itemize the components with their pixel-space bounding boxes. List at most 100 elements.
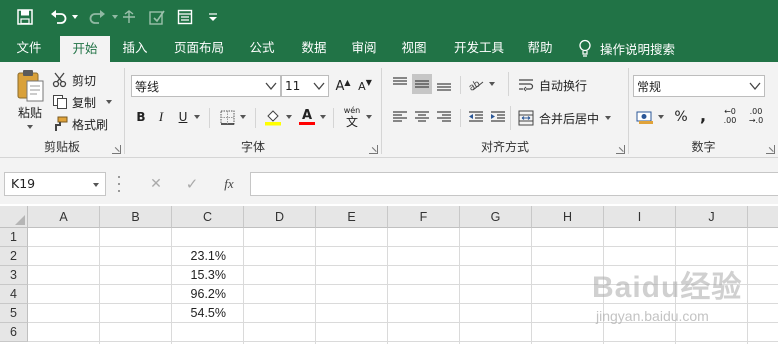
accounting-dropdown-icon[interactable] — [655, 107, 667, 127]
decrease-indent-button[interactable] — [466, 107, 486, 127]
cell-c2[interactable]: 23.1% — [172, 247, 228, 266]
cut-button[interactable]: 剪切 — [52, 70, 96, 90]
tab-file[interactable]: 文件 — [6, 34, 52, 62]
row-header[interactable]: 3 — [0, 266, 28, 285]
tab-help[interactable]: 帮助 — [518, 34, 562, 62]
column-header[interactable]: J — [676, 206, 748, 228]
touch-mode-icon[interactable] — [118, 6, 140, 28]
cancel-icon[interactable]: ✕ — [146, 174, 166, 194]
row-header[interactable]: 2 — [0, 247, 28, 266]
align-top-button[interactable] — [390, 74, 410, 94]
decrease-decimal-button[interactable]: .00 →.0 — [745, 106, 767, 126]
grow-font-button[interactable]: A ▲ — [333, 76, 353, 96]
clipboard-launcher-icon[interactable] — [112, 145, 121, 154]
borders-button[interactable] — [217, 107, 237, 127]
shrink-font-button[interactable]: A ▼ — [355, 76, 375, 96]
column-header[interactable]: E — [316, 206, 388, 228]
fill-color-button[interactable] — [263, 107, 283, 127]
format-painter-label: 格式刷 — [72, 117, 109, 132]
row-header[interactable]: 1 — [0, 228, 28, 247]
tab-view[interactable]: 视图 — [392, 34, 436, 62]
increase-indent-button[interactable] — [488, 107, 508, 127]
row-header[interactable]: 4 — [0, 285, 28, 304]
column-header[interactable]: A — [28, 206, 100, 228]
redo-icon[interactable] — [86, 6, 108, 28]
borders-dropdown-icon[interactable] — [237, 107, 249, 127]
form-icon[interactable] — [174, 6, 196, 28]
number-launcher-icon[interactable] — [766, 145, 775, 154]
column-header[interactable]: D — [244, 206, 316, 228]
tab-review[interactable]: 审阅 — [342, 34, 386, 62]
resize-handle[interactable] — [118, 176, 122, 192]
orientation-button[interactable]: ab — [466, 74, 486, 94]
tab-home[interactable]: 开始 — [60, 36, 110, 62]
font-color-dropdown-icon[interactable] — [317, 107, 329, 127]
select-all-button[interactable] — [0, 206, 28, 228]
dec-decimal-line2: →.0 — [748, 116, 764, 125]
copy-button[interactable]: 复制 — [52, 92, 113, 112]
bold-button[interactable]: B — [131, 107, 151, 127]
customize-icon[interactable] — [204, 6, 222, 28]
merge-center-button[interactable]: 合并后居中 — [518, 107, 612, 129]
font-size-combo[interactable]: 11 — [281, 75, 329, 97]
phonetic-dropdown-icon[interactable] — [363, 107, 375, 127]
column-header[interactable]: H — [532, 206, 604, 228]
undo-icon[interactable] — [48, 6, 70, 28]
column-header[interactable]: B — [100, 206, 172, 228]
percent-label: % — [674, 109, 688, 125]
phonetic-button[interactable]: wén 文 — [339, 104, 365, 130]
wrap-text-button[interactable]: 自动换行 — [518, 74, 587, 96]
format-painter-button[interactable]: 格式刷 — [52, 114, 108, 134]
save-icon[interactable] — [14, 6, 36, 28]
tab-data[interactable]: 数据 — [292, 34, 336, 62]
cell-c3[interactable]: 15.3% — [172, 266, 228, 285]
grid-line — [28, 246, 778, 247]
format-icon[interactable] — [146, 6, 168, 28]
column-header-partial[interactable] — [748, 206, 778, 228]
number-format-combo[interactable]: 常规 — [633, 75, 765, 97]
fill-color-dropdown-icon[interactable] — [283, 107, 295, 127]
font-name-combo[interactable]: 等线 — [131, 75, 281, 97]
column-header[interactable]: F — [388, 206, 460, 228]
comma-button[interactable]: , — [693, 105, 713, 125]
align-middle-button[interactable] — [412, 74, 432, 94]
underline-button[interactable]: U — [173, 107, 193, 127]
align-left-button[interactable] — [390, 107, 410, 127]
insert-function-icon[interactable]: fx — [218, 174, 240, 194]
svg-text:ab: ab — [467, 78, 482, 92]
name-box[interactable]: K19 — [4, 172, 106, 196]
align-bottom-button[interactable] — [434, 74, 454, 94]
tab-developer[interactable]: 开发工具 — [446, 34, 512, 62]
row-header[interactable]: 6 — [0, 323, 28, 342]
accounting-format-button[interactable] — [635, 107, 655, 127]
column-header[interactable]: I — [604, 206, 676, 228]
tell-me-search[interactable]: 操作说明搜索 — [578, 34, 675, 62]
tab-page-layout[interactable]: 页面布局 — [166, 34, 232, 62]
formula-input[interactable] — [250, 172, 778, 196]
column-header[interactable]: G — [460, 206, 532, 228]
italic-button[interactable]: I — [151, 107, 171, 127]
tab-insert[interactable]: 插入 — [112, 34, 158, 62]
align-right-button[interactable] — [434, 107, 454, 127]
underline-dropdown-icon[interactable] — [191, 107, 203, 127]
font-color-button[interactable]: A — [297, 107, 317, 127]
column-header[interactable]: C — [172, 206, 244, 228]
enter-icon[interactable]: ✓ — [182, 174, 202, 194]
excel-window: 文件 开始 插入 页面布局 公式 数据 审阅 视图 开发工具 帮助 操作说明搜索… — [0, 0, 778, 344]
orientation-dropdown-icon[interactable] — [486, 74, 498, 94]
paste-button[interactable]: 粘贴 — [10, 68, 50, 138]
name-box-dropdown-icon[interactable] — [93, 183, 99, 187]
alignment-launcher-icon[interactable] — [616, 145, 625, 154]
cell-c4[interactable]: 96.2% — [172, 285, 228, 304]
align-center-button[interactable] — [412, 107, 432, 127]
cut-label: 剪切 — [72, 73, 97, 88]
copy-dropdown-icon — [106, 100, 113, 104]
undo-dropdown-icon[interactable] — [70, 6, 80, 28]
chevron-down-icon — [749, 82, 761, 91]
tab-formulas[interactable]: 公式 — [240, 34, 284, 62]
cell-c5[interactable]: 54.5% — [172, 304, 228, 323]
percent-button[interactable]: % — [671, 107, 691, 127]
row-header[interactable]: 5 — [0, 304, 28, 323]
font-launcher-icon[interactable] — [369, 145, 378, 154]
increase-decimal-button[interactable]: ←0 .00 — [719, 106, 741, 126]
